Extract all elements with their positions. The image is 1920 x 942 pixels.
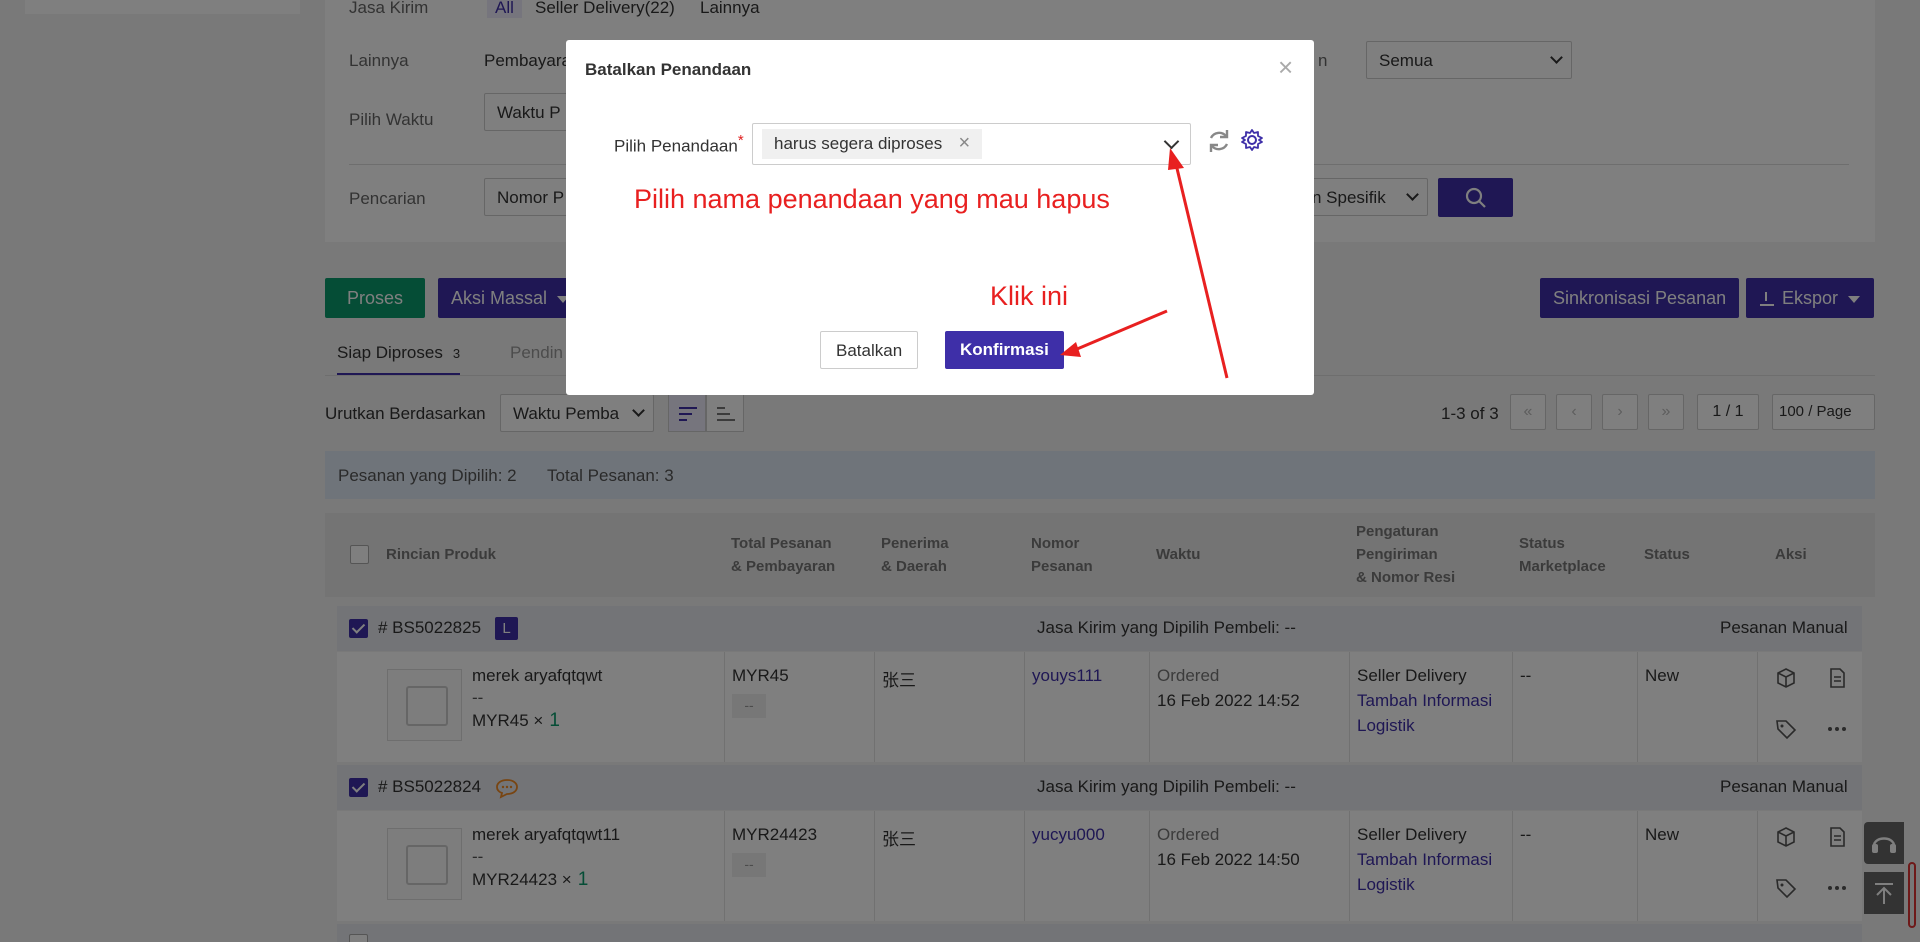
annotation-arrows [1060,148,1229,379]
arrow-head-icon [1060,342,1081,357]
arrow-head-icon [1168,148,1184,170]
